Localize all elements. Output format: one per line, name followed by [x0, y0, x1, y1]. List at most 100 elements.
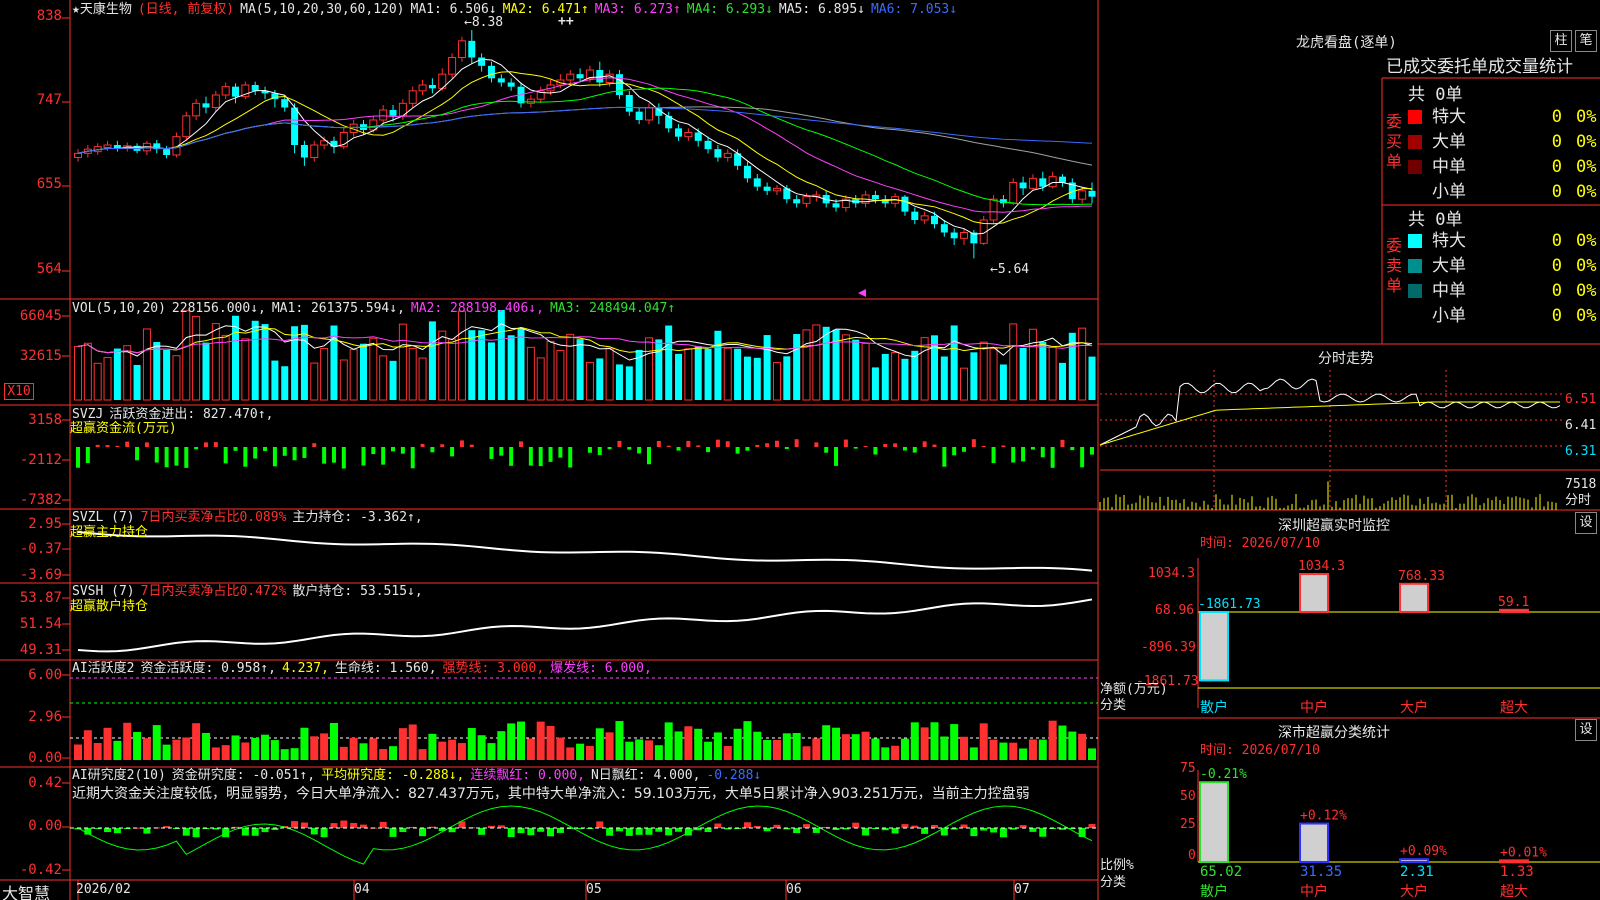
- sz-category-label: 中户: [1300, 699, 1328, 716]
- svzj-bar: [263, 447, 268, 452]
- svzj-bar: [223, 447, 228, 464]
- svzj-bar: [627, 447, 632, 450]
- ai1-bar: [950, 724, 959, 760]
- svzj-bar: [587, 447, 592, 453]
- vol-unit-x10[interactable]: X10: [4, 383, 34, 400]
- date-axis-5: 07: [1014, 882, 1030, 897]
- volume-bar: [507, 335, 515, 400]
- volume-bar: [644, 337, 653, 401]
- candle-body: [940, 224, 948, 233]
- low-annotation: ←5.64: [990, 262, 1030, 277]
- ai1-header: AI活跃度2 资金活跃度: 0.958↑, 4.237, 生命线: 1.560, 强势线…: [72, 661, 658, 676]
- volume-bar: [911, 350, 919, 400]
- svzj-bar: [735, 447, 740, 454]
- sz-class-value: 1.33: [1500, 864, 1534, 880]
- volume-bar: [133, 364, 141, 400]
- vol-axis-2: 32615: [19, 348, 62, 364]
- svzj-bar: [430, 447, 435, 453]
- svzj-bar: [656, 441, 661, 447]
- volume-bar: [369, 337, 378, 401]
- sell-swatch: [1408, 284, 1422, 298]
- candle-body: [291, 107, 299, 145]
- candle-body: [644, 107, 653, 121]
- sz-axis-label-1: 净额(万元): [1100, 682, 1168, 697]
- svzj-bar: [1011, 447, 1016, 463]
- ai1-bar: [467, 728, 476, 760]
- ai1-bar: [487, 743, 496, 760]
- ai1-bar: [339, 746, 348, 760]
- svzj-bar: [410, 447, 415, 469]
- sz-class-axis-3: 25: [1180, 817, 1196, 832]
- ai2-header: AI研究度2(10) 资金研究度: -0.051↑, 平均研究度: -0.288↓,…: [72, 768, 767, 783]
- volume-bar: [487, 342, 495, 400]
- sell-row-label: 大单: [1432, 256, 1466, 276]
- volume-bar: [694, 346, 702, 400]
- sz-class-settings-button[interactable]: 设: [1575, 719, 1597, 741]
- svzj-bar: [834, 447, 839, 466]
- intraday-avg-line: [1099, 401, 1560, 446]
- ai1-bar: [704, 741, 713, 760]
- ai2-bar: [665, 828, 673, 836]
- buy-row-pct: 0%: [1576, 157, 1597, 177]
- app-logo: 大智慧: [2, 884, 51, 900]
- ai2-bar: [606, 828, 614, 836]
- ai1-bar: [1028, 739, 1037, 760]
- ma4-line: [77, 87, 1093, 206]
- ai1-axis-2: 2.96: [28, 709, 62, 725]
- svzj-bar: [85, 447, 90, 464]
- candle-body: [704, 140, 712, 150]
- svzl-text1: 7日内买卖净占比0.089%: [140, 510, 287, 525]
- svzj-text: 活跃资金进出: 827.470↑,: [109, 407, 274, 422]
- volume-bar: [408, 347, 417, 401]
- volume-bar: [901, 358, 909, 400]
- svsh-axis-2: 51.54: [19, 616, 62, 632]
- candle-body: [457, 40, 466, 58]
- sz-class-change: -0.21%: [1200, 767, 1247, 782]
- ai2-bar: [340, 820, 348, 828]
- sz-monitor-settings-button[interactable]: 设: [1575, 512, 1597, 534]
- buy-row: 中单 0 0%: [1408, 155, 1600, 179]
- volume-bar: [339, 359, 348, 401]
- svzj-bar: [322, 447, 327, 464]
- svzj-bar: [971, 439, 976, 447]
- ai2-t5: -0.288↓: [706, 768, 762, 783]
- candle-body: [221, 86, 230, 96]
- svzj-bar: [302, 447, 307, 458]
- ai1-bar: [871, 738, 880, 760]
- candle-body: [625, 95, 633, 112]
- candle-body: [103, 144, 112, 148]
- sz-class-change: +0.01%: [1500, 845, 1547, 860]
- tick-mode-button[interactable]: 笔: [1575, 30, 1597, 52]
- volume-bar: [1019, 347, 1027, 400]
- stock-name[interactable]: ★天康生物: [72, 2, 132, 17]
- svzj-bar: [863, 445, 868, 447]
- svzj-header: SVZJ 活跃资金进出: 827.470↑,: [72, 407, 279, 422]
- sz-class-bar: [1399, 858, 1429, 863]
- volume-bar: [881, 353, 889, 400]
- svzj-bar: [952, 447, 957, 456]
- ai1-bar: [595, 728, 604, 760]
- ai1-bar: [290, 748, 299, 760]
- volume-bar: [261, 324, 269, 400]
- sz-bar-label: 59.1: [1498, 595, 1529, 610]
- candle-body: [763, 186, 771, 191]
- svzj-bar: [784, 447, 789, 449]
- candle-body: [1088, 190, 1096, 197]
- svzj-bar: [686, 440, 691, 447]
- svzj-bar: [646, 447, 651, 465]
- candle-body: [576, 74, 584, 79]
- volume-bar: [251, 320, 259, 400]
- svzj-bar: [794, 439, 799, 447]
- volume-bar: [526, 346, 535, 401]
- bar-mode-button[interactable]: 柱: [1550, 30, 1572, 52]
- sell-row-label: 特大: [1432, 231, 1466, 251]
- ai2-bar: [655, 828, 663, 832]
- ai1-bar: [989, 739, 998, 760]
- ai1-bar: [910, 722, 919, 760]
- volume-bar: [211, 323, 220, 401]
- ai1-bar: [733, 728, 742, 760]
- volume-bar: [822, 326, 830, 400]
- period-mode[interactable]: (日线, 前复权): [138, 2, 234, 17]
- buy-row-count: 0: [1551, 132, 1562, 152]
- sell-row-count: 0: [1551, 281, 1562, 301]
